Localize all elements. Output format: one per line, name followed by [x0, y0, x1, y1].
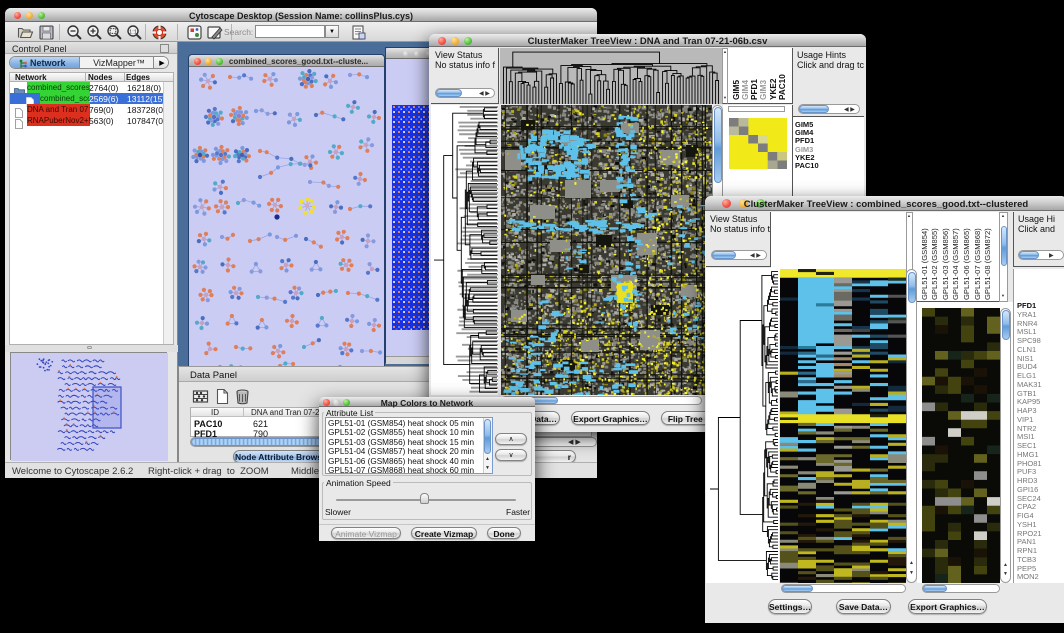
svg-text:1:1: 1:1: [129, 29, 137, 35]
